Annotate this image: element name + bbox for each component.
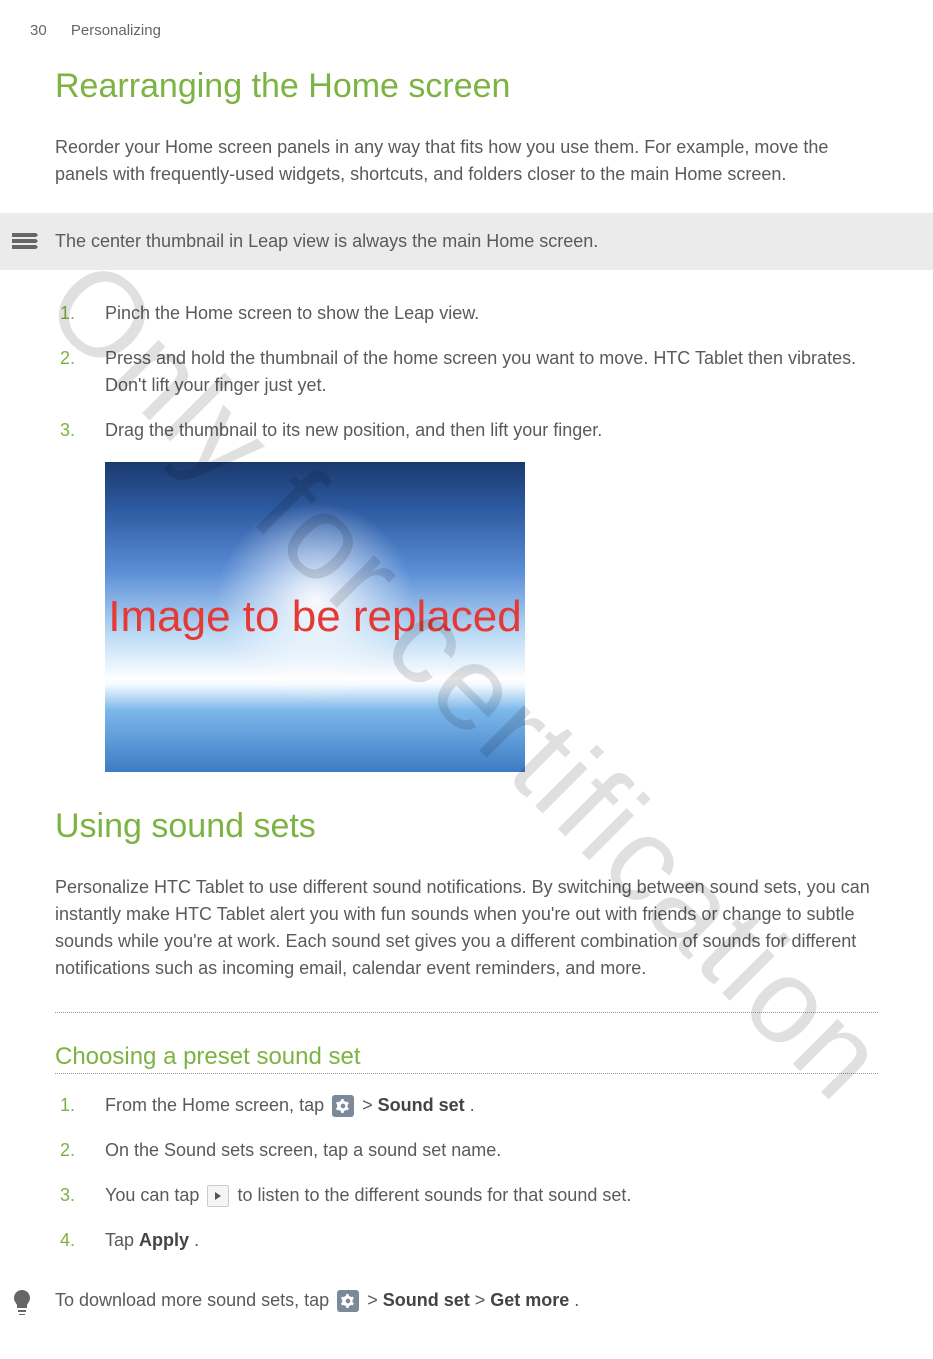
- page-header: 30 Personalizing: [0, 0, 933, 39]
- steps-list-rearranging: Pinch the Home screen to show the Leap v…: [55, 300, 878, 444]
- step3-text-post: to listen to the different sounds for th…: [237, 1185, 631, 1205]
- step-1: Pinch the Home screen to show the Leap v…: [55, 300, 878, 327]
- step-3: Drag the thumbnail to its new position, …: [55, 417, 878, 444]
- dotted-divider-bottom: [55, 1073, 878, 1074]
- heading-sound-sets: Using sound sets: [55, 807, 878, 846]
- tip-post: .: [574, 1290, 579, 1310]
- step-soundset-2: On the Sound sets screen, tap a sound se…: [55, 1137, 878, 1164]
- tip-bold2: Get more: [490, 1290, 569, 1310]
- heading-rearranging: Rearranging the Home screen: [55, 67, 878, 106]
- step-soundset-3: You can tap to listen to the different s…: [55, 1182, 878, 1209]
- step1-text-post1: >: [362, 1095, 378, 1115]
- tip-mid2: >: [475, 1290, 491, 1310]
- step4-bold: Apply: [139, 1230, 189, 1250]
- tip-mid1: >: [367, 1290, 383, 1310]
- step-soundset-4: Tap Apply .: [55, 1227, 878, 1254]
- step1-text-post2: .: [470, 1095, 475, 1115]
- step1-bold: Sound set: [378, 1095, 465, 1115]
- note-box: The center thumbnail in Leap view is alw…: [0, 213, 933, 270]
- settings-icon-tip: [337, 1290, 359, 1312]
- placeholder-image-text: Image to be replaced: [108, 588, 521, 645]
- pencil-icon: [10, 231, 40, 253]
- tip-bold1: Sound set: [383, 1290, 470, 1310]
- play-icon: [207, 1185, 229, 1207]
- subheading-choosing-preset: Choosing a preset sound set: [55, 1043, 878, 1071]
- tip-pre: To download more sound sets, tap: [55, 1290, 334, 1310]
- dotted-divider-top: [55, 1012, 878, 1013]
- steps-list-soundset: From the Home screen, tap > Sound set . …: [55, 1092, 878, 1254]
- intro-rearranging: Reorder your Home screen panels in any w…: [55, 134, 878, 188]
- intro-sound-sets: Personalize HTC Tablet to use different …: [55, 874, 878, 982]
- tip-text: To download more sound sets, tap > Sound…: [55, 1290, 913, 1312]
- settings-icon: [332, 1095, 354, 1117]
- page-number: 30: [30, 22, 47, 39]
- lightbulb-icon: [10, 1288, 34, 1316]
- step-soundset-1: From the Home screen, tap > Sound set .: [55, 1092, 878, 1119]
- step-2: Press and hold the thumbnail of the home…: [55, 345, 878, 399]
- subsection-wrapper: Choosing a preset sound set: [55, 1012, 878, 1074]
- tip-box: To download more sound sets, tap > Sound…: [0, 1272, 933, 1330]
- page-content: Rearranging the Home screen Reorder your…: [0, 67, 933, 1330]
- step1-text-pre: From the Home screen, tap: [105, 1095, 329, 1115]
- step4-text-pre: Tap: [105, 1230, 139, 1250]
- note-text: The center thumbnail in Leap view is alw…: [55, 231, 913, 252]
- step3-text-pre: You can tap: [105, 1185, 204, 1205]
- step4-text-post: .: [194, 1230, 199, 1250]
- placeholder-image: Image to be replaced: [105, 462, 525, 772]
- section-name: Personalizing: [71, 22, 161, 39]
